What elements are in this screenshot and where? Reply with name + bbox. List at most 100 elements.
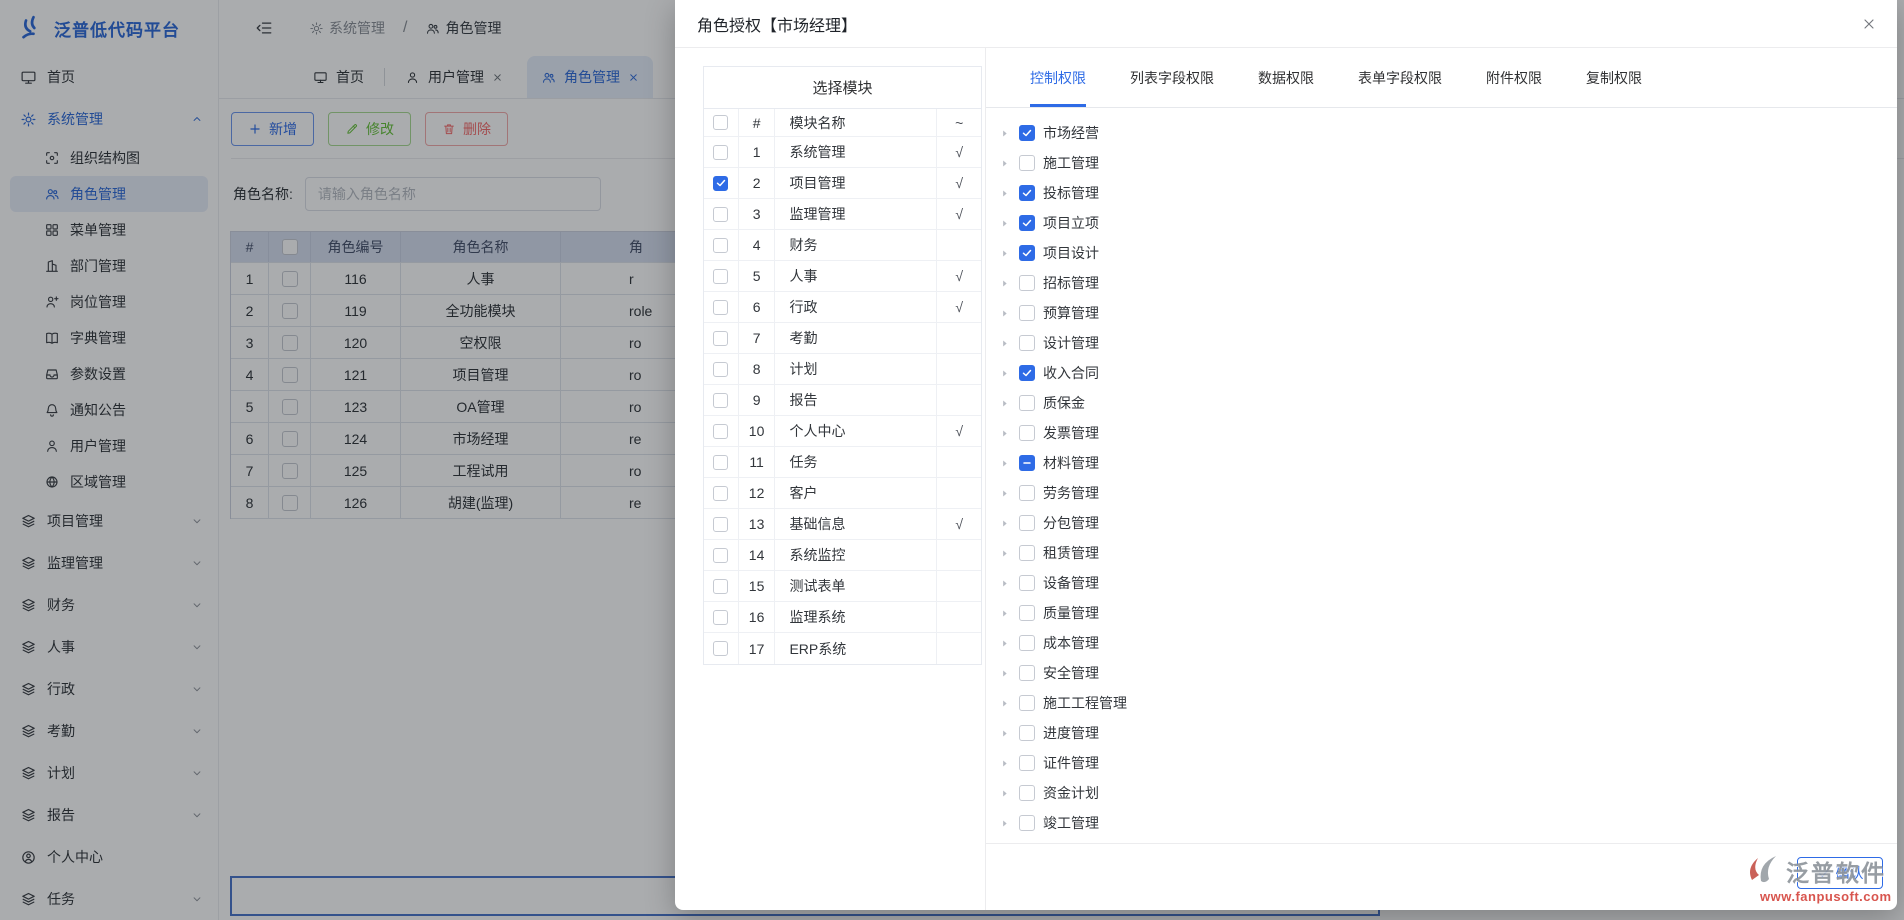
tree-checkbox[interactable]: [1019, 305, 1035, 321]
tree-item[interactable]: 竣工管理: [986, 808, 1897, 838]
caret-right-icon[interactable]: [998, 577, 1011, 590]
caret-right-icon[interactable]: [998, 277, 1011, 290]
module-checkbox[interactable]: [713, 331, 728, 346]
tree-item[interactable]: 施工管理: [986, 148, 1897, 178]
tree-item[interactable]: 资金计划: [986, 778, 1897, 808]
tree-item[interactable]: 设备管理: [986, 568, 1897, 598]
caret-right-icon[interactable]: [998, 757, 1011, 770]
module-row[interactable]: 10个人中心√: [704, 416, 981, 447]
tree-checkbox[interactable]: [1019, 335, 1035, 351]
tree-checkbox[interactable]: [1019, 155, 1035, 171]
tree-checkbox[interactable]: [1019, 605, 1035, 621]
caret-right-icon[interactable]: [998, 697, 1011, 710]
tree-checkbox[interactable]: [1019, 245, 1035, 261]
module-checkbox[interactable]: [713, 145, 728, 160]
tree-item[interactable]: 进度管理: [986, 718, 1897, 748]
module-checkbox[interactable]: [713, 176, 728, 191]
tree-checkbox[interactable]: [1019, 575, 1035, 591]
module-checkbox[interactable]: [713, 393, 728, 408]
caret-right-icon[interactable]: [998, 127, 1011, 140]
caret-right-icon[interactable]: [998, 307, 1011, 320]
module-checkbox[interactable]: [713, 424, 728, 439]
tree-checkbox[interactable]: [1019, 785, 1035, 801]
module-row[interactable]: 1系统管理√: [704, 137, 981, 168]
tree-checkbox[interactable]: [1019, 755, 1035, 771]
caret-right-icon[interactable]: [998, 397, 1011, 410]
module-row[interactable]: 16监理系统: [704, 602, 981, 633]
module-checkbox[interactable]: [713, 517, 728, 532]
tree-checkbox[interactable]: [1019, 425, 1035, 441]
tree-item[interactable]: 租赁管理: [986, 538, 1897, 568]
module-row[interactable]: 11任务: [704, 447, 981, 478]
tree-item[interactable]: 市场经营: [986, 118, 1897, 148]
tree-checkbox[interactable]: [1019, 695, 1035, 711]
tree-item[interactable]: 项目设计: [986, 238, 1897, 268]
module-row[interactable]: 17ERP系统: [704, 633, 981, 664]
tree-item[interactable]: 安全管理: [986, 658, 1897, 688]
tree-checkbox[interactable]: [1019, 635, 1035, 651]
caret-right-icon[interactable]: [998, 247, 1011, 260]
perm-tab-表单字段权限[interactable]: 表单字段权限: [1358, 48, 1442, 107]
confirm-button[interactable]: 确认: [1797, 857, 1883, 889]
module-checkbox[interactable]: [713, 455, 728, 470]
module-row[interactable]: 8计划: [704, 354, 981, 385]
tree-item[interactable]: 证件管理: [986, 748, 1897, 778]
module-row[interactable]: 14系统监控: [704, 540, 981, 571]
tree-checkbox[interactable]: [1019, 185, 1035, 201]
module-row[interactable]: 7考勤: [704, 323, 981, 354]
module-row[interactable]: 4财务: [704, 230, 981, 261]
module-checkbox[interactable]: [713, 362, 728, 377]
caret-right-icon[interactable]: [998, 487, 1011, 500]
caret-right-icon[interactable]: [998, 157, 1011, 170]
module-row[interactable]: 2项目管理√: [704, 168, 981, 199]
caret-right-icon[interactable]: [998, 517, 1011, 530]
tree-checkbox[interactable]: [1019, 275, 1035, 291]
module-row[interactable]: 13基础信息√: [704, 509, 981, 540]
module-checkbox[interactable]: [713, 579, 728, 594]
tree-item[interactable]: 预算管理: [986, 298, 1897, 328]
caret-right-icon[interactable]: [998, 337, 1011, 350]
select-all-checkbox[interactable]: [713, 115, 728, 130]
tree-checkbox[interactable]: [1019, 665, 1035, 681]
caret-right-icon[interactable]: [998, 637, 1011, 650]
module-checkbox[interactable]: [713, 207, 728, 222]
module-checkbox[interactable]: [713, 486, 728, 501]
tree-item[interactable]: 投标管理: [986, 178, 1897, 208]
caret-right-icon[interactable]: [998, 217, 1011, 230]
close-icon[interactable]: [1861, 16, 1877, 32]
caret-right-icon[interactable]: [998, 187, 1011, 200]
caret-right-icon[interactable]: [998, 787, 1011, 800]
tree-checkbox[interactable]: [1019, 365, 1035, 381]
module-checkbox[interactable]: [713, 641, 728, 656]
module-row[interactable]: 5人事√: [704, 261, 981, 292]
tree-item[interactable]: 劳务管理: [986, 478, 1897, 508]
perm-tab-附件权限[interactable]: 附件权限: [1486, 48, 1542, 107]
module-row[interactable]: 3监理管理√: [704, 199, 981, 230]
module-row[interactable]: 12客户: [704, 478, 981, 509]
tree-checkbox[interactable]: [1019, 215, 1035, 231]
module-row[interactable]: 9报告: [704, 385, 981, 416]
tree-checkbox[interactable]: [1019, 515, 1035, 531]
tree-item[interactable]: 发票管理: [986, 418, 1897, 448]
module-checkbox[interactable]: [713, 610, 728, 625]
module-row[interactable]: 15测试表单: [704, 571, 981, 602]
tree-checkbox[interactable]: [1019, 485, 1035, 501]
tree-checkbox[interactable]: [1019, 545, 1035, 561]
caret-right-icon[interactable]: [998, 607, 1011, 620]
tree-item[interactable]: 收入合同: [986, 358, 1897, 388]
tree-item[interactable]: 招标管理: [986, 268, 1897, 298]
caret-right-icon[interactable]: [998, 457, 1011, 470]
module-row[interactable]: 6行政√: [704, 292, 981, 323]
caret-right-icon[interactable]: [998, 367, 1011, 380]
perm-tab-列表字段权限[interactable]: 列表字段权限: [1130, 48, 1214, 107]
tree-item[interactable]: 项目立项: [986, 208, 1897, 238]
tree-checkbox[interactable]: [1019, 125, 1035, 141]
tree-checkbox[interactable]: [1019, 815, 1035, 831]
perm-tab-数据权限[interactable]: 数据权限: [1258, 48, 1314, 107]
module-checkbox[interactable]: [713, 269, 728, 284]
caret-right-icon[interactable]: [998, 427, 1011, 440]
tree-item[interactable]: 设计管理: [986, 328, 1897, 358]
tree-item[interactable]: 成本管理: [986, 628, 1897, 658]
tree-checkbox[interactable]: [1019, 725, 1035, 741]
caret-right-icon[interactable]: [998, 727, 1011, 740]
